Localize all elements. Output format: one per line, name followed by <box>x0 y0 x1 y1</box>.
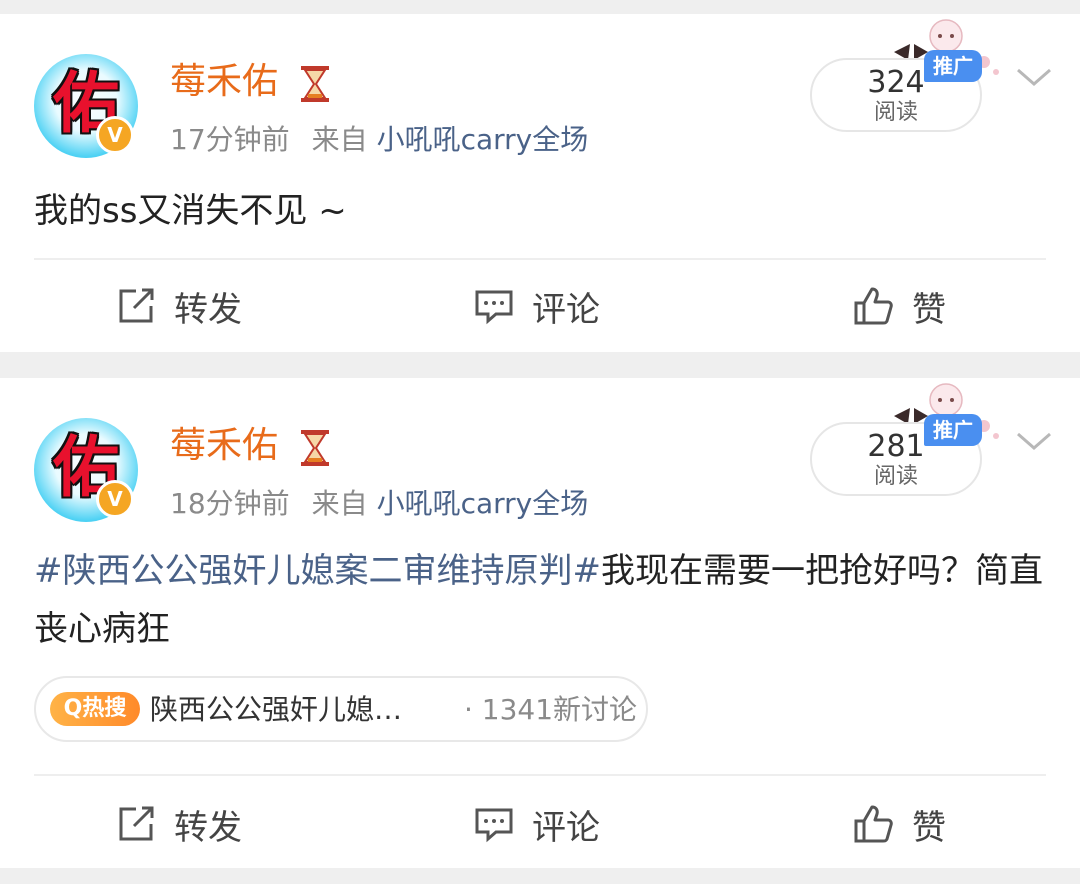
promo-badge: 推广 <box>924 414 982 446</box>
like-icon <box>854 805 893 843</box>
comment-icon <box>475 290 513 325</box>
share-button[interactable]: 转发 <box>116 276 242 336</box>
divider <box>34 258 1046 260</box>
post-meta: 18分钟前 来自 小吼吼carry全场 <box>170 484 588 524</box>
chevron-down-icon[interactable] <box>1014 62 1054 92</box>
verified-badge-icon: V <box>96 480 134 518</box>
username[interactable]: 莓禾佑 <box>170 58 278 106</box>
post-content: 我的ss又消失不见 ~ <box>34 191 347 231</box>
hourglass-icon <box>301 66 329 102</box>
like-icon <box>854 287 893 325</box>
share-icon <box>119 806 154 841</box>
source-prefix: 来自 <box>311 123 368 156</box>
post-card: 佑 V 莓禾佑 17分钟前 来自 小吼吼carry全场 324 阅读 推广 我的… <box>0 14 1080 352</box>
hot-search-icon: Q热搜 <box>50 692 140 726</box>
post-content: #陕西公公强奸儿媳案二审维持原判#我现在需要一把抢好吗？简直丧心病狂 <box>34 542 1044 658</box>
hourglass-icon <box>301 430 329 466</box>
like-label: 赞 <box>912 289 946 330</box>
source-prefix: 来自 <box>311 487 368 520</box>
source-link[interactable]: 小吼吼carry全场 <box>377 123 589 156</box>
share-label: 转发 <box>174 807 242 848</box>
comment-button[interactable]: 评论 <box>474 794 600 854</box>
post-meta: 17分钟前 来自 小吼吼carry全场 <box>170 120 588 160</box>
share-button[interactable]: 转发 <box>116 794 242 854</box>
username[interactable]: 莓禾佑 <box>170 422 278 470</box>
share-icon <box>119 288 154 323</box>
read-label: 阅读 <box>873 464 918 489</box>
divider <box>34 774 1046 776</box>
weibo-feed: 佑 V 莓禾佑 17分钟前 来自 小吼吼carry全场 324 阅读 推广 我的… <box>0 0 1080 884</box>
source-link[interactable]: 小吼吼carry全场 <box>377 487 589 520</box>
comment-icon <box>475 808 513 843</box>
hot-topic: 陕西公公强奸儿媳… <box>150 693 403 726</box>
verified-badge-icon: V <box>96 116 134 154</box>
comment-label: 评论 <box>532 807 600 848</box>
post-time: 17分钟前 <box>170 123 290 156</box>
share-label: 转发 <box>174 289 242 330</box>
post-time: 18分钟前 <box>170 487 290 520</box>
chevron-down-icon[interactable] <box>1014 426 1054 456</box>
read-label: 阅读 <box>873 100 918 125</box>
topic-link[interactable]: #陕西公公强奸儿媳案二审维持原判# <box>34 551 601 591</box>
like-label: 赞 <box>912 807 946 848</box>
hot-discussion-count: · 1341新讨论 <box>464 693 638 726</box>
like-button[interactable]: 赞 <box>852 794 946 854</box>
comment-label: 评论 <box>532 289 600 330</box>
hot-search-card[interactable]: Q热搜 陕西公公强奸儿媳… · 1341新讨论 <box>34 676 648 742</box>
like-button[interactable]: 赞 <box>852 276 946 336</box>
post-card: 佑 V 莓禾佑 18分钟前 来自 小吼吼carry全场 281 阅读 推广 #陕… <box>0 378 1080 868</box>
comment-button[interactable]: 评论 <box>474 276 600 336</box>
promo-badge: 推广 <box>924 50 982 82</box>
